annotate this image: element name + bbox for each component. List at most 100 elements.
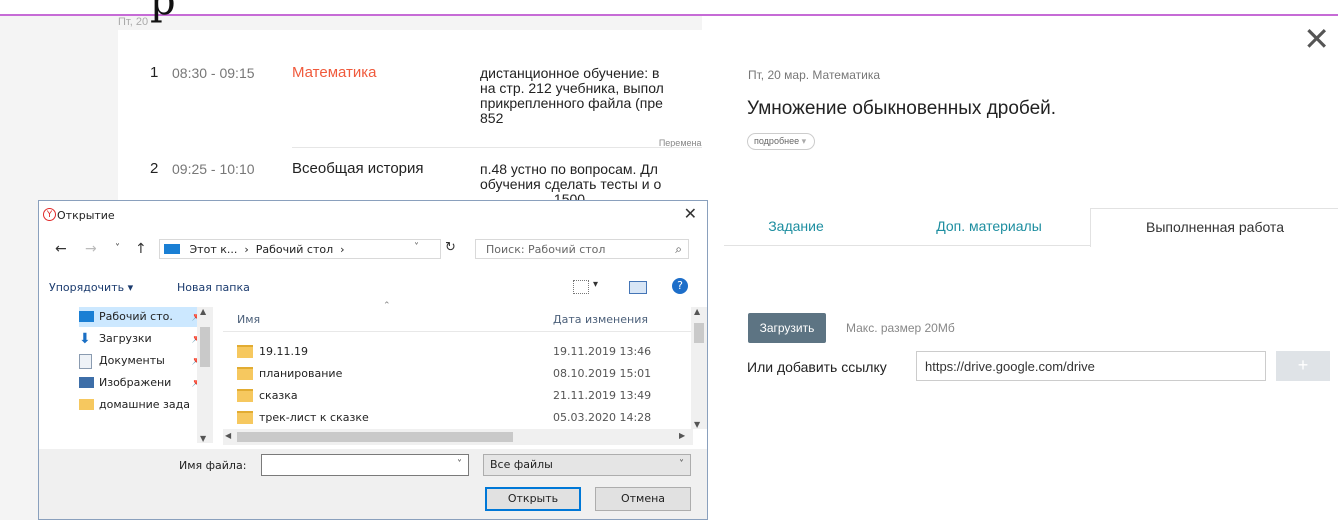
address-path: Этот к... › Рабочий стол › <box>186 243 345 256</box>
tree-scrollbar[interactable]: ▲ ▼ <box>197 307 213 443</box>
lesson-homework: дистанционное обучение: в на стр. 212 уч… <box>480 66 664 126</box>
view-options-icon[interactable] <box>573 280 589 294</box>
navigation-tree: Рабочий сто. 📌 ⬇ Загрузки 📌 Документы 📌 … <box>69 307 213 443</box>
chevron-down-icon[interactable]: ˅ <box>457 459 462 470</box>
lesson-date: Пт, 20 мар. Математика <box>748 68 881 82</box>
lesson-time: 09:25 - 10:10 <box>172 161 255 177</box>
back-arrow-icon[interactable]: ← <box>55 241 67 257</box>
search-icon: ⌕ <box>675 242 682 256</box>
open-button[interactable]: Открыть <box>485 487 581 511</box>
sort-up-icon: ⌃ <box>383 301 391 311</box>
filename-label: Имя файла: <box>179 459 247 472</box>
tab-completed-work[interactable]: Выполненная работа <box>1090 208 1338 247</box>
file-date: 08.10.2019 15:01 <box>553 367 652 380</box>
preview-pane-icon[interactable] <box>629 281 647 294</box>
folder-icon <box>237 367 253 380</box>
dialog-title: Открытие <box>57 209 115 222</box>
file-row[interactable]: трек-лист к сказке 05.03.2020 14:28 <box>223 407 691 425</box>
desktop-icon <box>79 311 94 322</box>
file-name: сказка <box>259 389 298 402</box>
row-divider <box>292 147 718 148</box>
recent-locations-icon[interactable]: ˅ <box>115 243 120 254</box>
dialog-footer: Имя файла: ˅ Все файлы ˅ Открыть Отмена <box>39 449 707 519</box>
folder-icon <box>237 345 253 358</box>
column-date-modified[interactable]: Дата изменения <box>553 313 648 326</box>
tree-item-downloads[interactable]: ⬇ Загрузки 📌 <box>79 329 207 349</box>
day-label: Пт, 20 <box>118 16 149 28</box>
tree-item-label: Изображени <box>99 376 172 389</box>
scroll-up-icon[interactable]: ▲ <box>200 307 206 316</box>
list-scrollbar[interactable]: ▲ ▼ <box>691 307 707 429</box>
filename-input[interactable]: ˅ <box>261 454 469 476</box>
scroll-down-icon[interactable]: ▼ <box>200 434 206 443</box>
tab-assignment[interactable]: Задание <box>724 208 868 246</box>
lesson-number: 2 <box>150 160 159 177</box>
lesson-subject[interactable]: Математика <box>292 64 377 81</box>
upload-button[interactable]: Загрузить <box>748 313 826 343</box>
navigation-bar: ← → ˅ ↑ Этот к... › Рабочий стол › ˅ ↻ П… <box>39 235 709 263</box>
cancel-button[interactable]: Отмена <box>595 487 691 511</box>
chevron-down-icon: ▾ <box>801 136 807 146</box>
scroll-down-icon[interactable]: ▼ <box>694 420 700 429</box>
file-row[interactable]: планирование 08.10.2019 15:01 <box>223 363 691 385</box>
column-name[interactable]: Имя <box>237 313 260 326</box>
scroll-right-icon[interactable]: ▶ <box>679 431 685 440</box>
more-toggle[interactable]: подробнее ▾ <box>747 133 816 150</box>
refresh-icon[interactable]: ↻ <box>445 240 456 255</box>
tree-item-homework[interactable]: домашние зада <box>79 395 207 415</box>
new-folder-button[interactable]: Новая папка <box>177 281 250 294</box>
link-label: Или добавить ссылку <box>747 359 887 375</box>
help-icon[interactable]: ? <box>672 278 688 294</box>
chevron-down-icon: ˅ <box>679 459 684 470</box>
lesson-subject[interactable]: Всеобщая история <box>292 160 424 177</box>
max-size-note: Макс. размер 20Мб <box>846 321 955 335</box>
tree-item-documents[interactable]: Документы 📌 <box>79 351 207 371</box>
folder-icon <box>79 399 94 410</box>
chevron-down-icon[interactable]: ˅ <box>414 242 419 253</box>
file-date: 05.03.2020 14:28 <box>553 411 652 424</box>
file-name: трек-лист к сказке <box>259 411 369 424</box>
horizontal-scrollbar[interactable]: ◀ ▶ <box>223 429 693 445</box>
scroll-thumb[interactable] <box>237 432 513 442</box>
file-row[interactable]: сказка 21.11.2019 13:49 <box>223 385 691 407</box>
file-row[interactable]: 19.11.19 19.11.2019 13:46 <box>223 341 691 363</box>
file-date: 19.11.2019 13:46 <box>553 345 652 358</box>
scroll-up-icon[interactable]: ▲ <box>694 307 700 316</box>
up-arrow-icon[interactable]: ↑ <box>135 241 147 257</box>
close-icon[interactable]: ✕ <box>684 204 697 223</box>
computer-icon <box>164 244 180 254</box>
browser-logo-icon: Y <box>43 208 56 221</box>
search-input[interactable]: Поиск: Рабочий стол ⌕ <box>475 239 689 259</box>
tab-materials[interactable]: Доп. материалы <box>904 208 1074 246</box>
file-date: 21.11.2019 13:49 <box>553 389 652 402</box>
file-type-value: Все файлы <box>490 458 553 471</box>
folder-icon <box>237 411 253 424</box>
tree-item-desktop[interactable]: Рабочий сто. 📌 <box>79 307 207 327</box>
lesson-number: 1 <box>150 64 159 81</box>
top-accent-bar <box>0 0 1338 16</box>
chevron-down-icon[interactable]: ▾ <box>593 279 598 290</box>
forward-arrow-icon[interactable]: → <box>85 241 97 257</box>
file-type-select[interactable]: Все файлы ˅ <box>483 454 691 476</box>
lesson-time: 08:30 - 09:15 <box>172 65 255 81</box>
lesson-title: Умножение обыкновенных дробей. <box>747 98 1057 119</box>
tab-underline <box>724 245 1090 246</box>
add-link-button[interactable]: + <box>1276 351 1330 381</box>
tree-item-label: Загрузки <box>99 332 152 345</box>
tree-item-label: Рабочий сто. <box>99 310 173 323</box>
tree-item-pictures[interactable]: Изображени 📌 <box>79 373 207 393</box>
file-name: планирование <box>259 367 343 380</box>
scroll-thumb[interactable] <box>694 323 704 343</box>
address-bar[interactable]: Этот к... › Рабочий стол › ˅ <box>159 239 441 259</box>
dialog-toolbar: Упорядочить ▾ Новая папка ▾ ? <box>39 277 709 299</box>
scroll-thumb[interactable] <box>200 327 210 367</box>
link-input[interactable] <box>916 351 1266 381</box>
documents-icon <box>79 354 92 369</box>
organize-menu[interactable]: Упорядочить ▾ <box>49 281 133 294</box>
download-icon: ⬇ <box>79 331 91 347</box>
scroll-left-icon[interactable]: ◀ <box>225 431 231 440</box>
close-icon[interactable]: ✕ <box>1303 23 1330 55</box>
tree-item-label: домашние зада <box>99 398 190 411</box>
top-partial-heading: p <box>150 0 176 24</box>
more-label: подробнее <box>754 136 800 146</box>
